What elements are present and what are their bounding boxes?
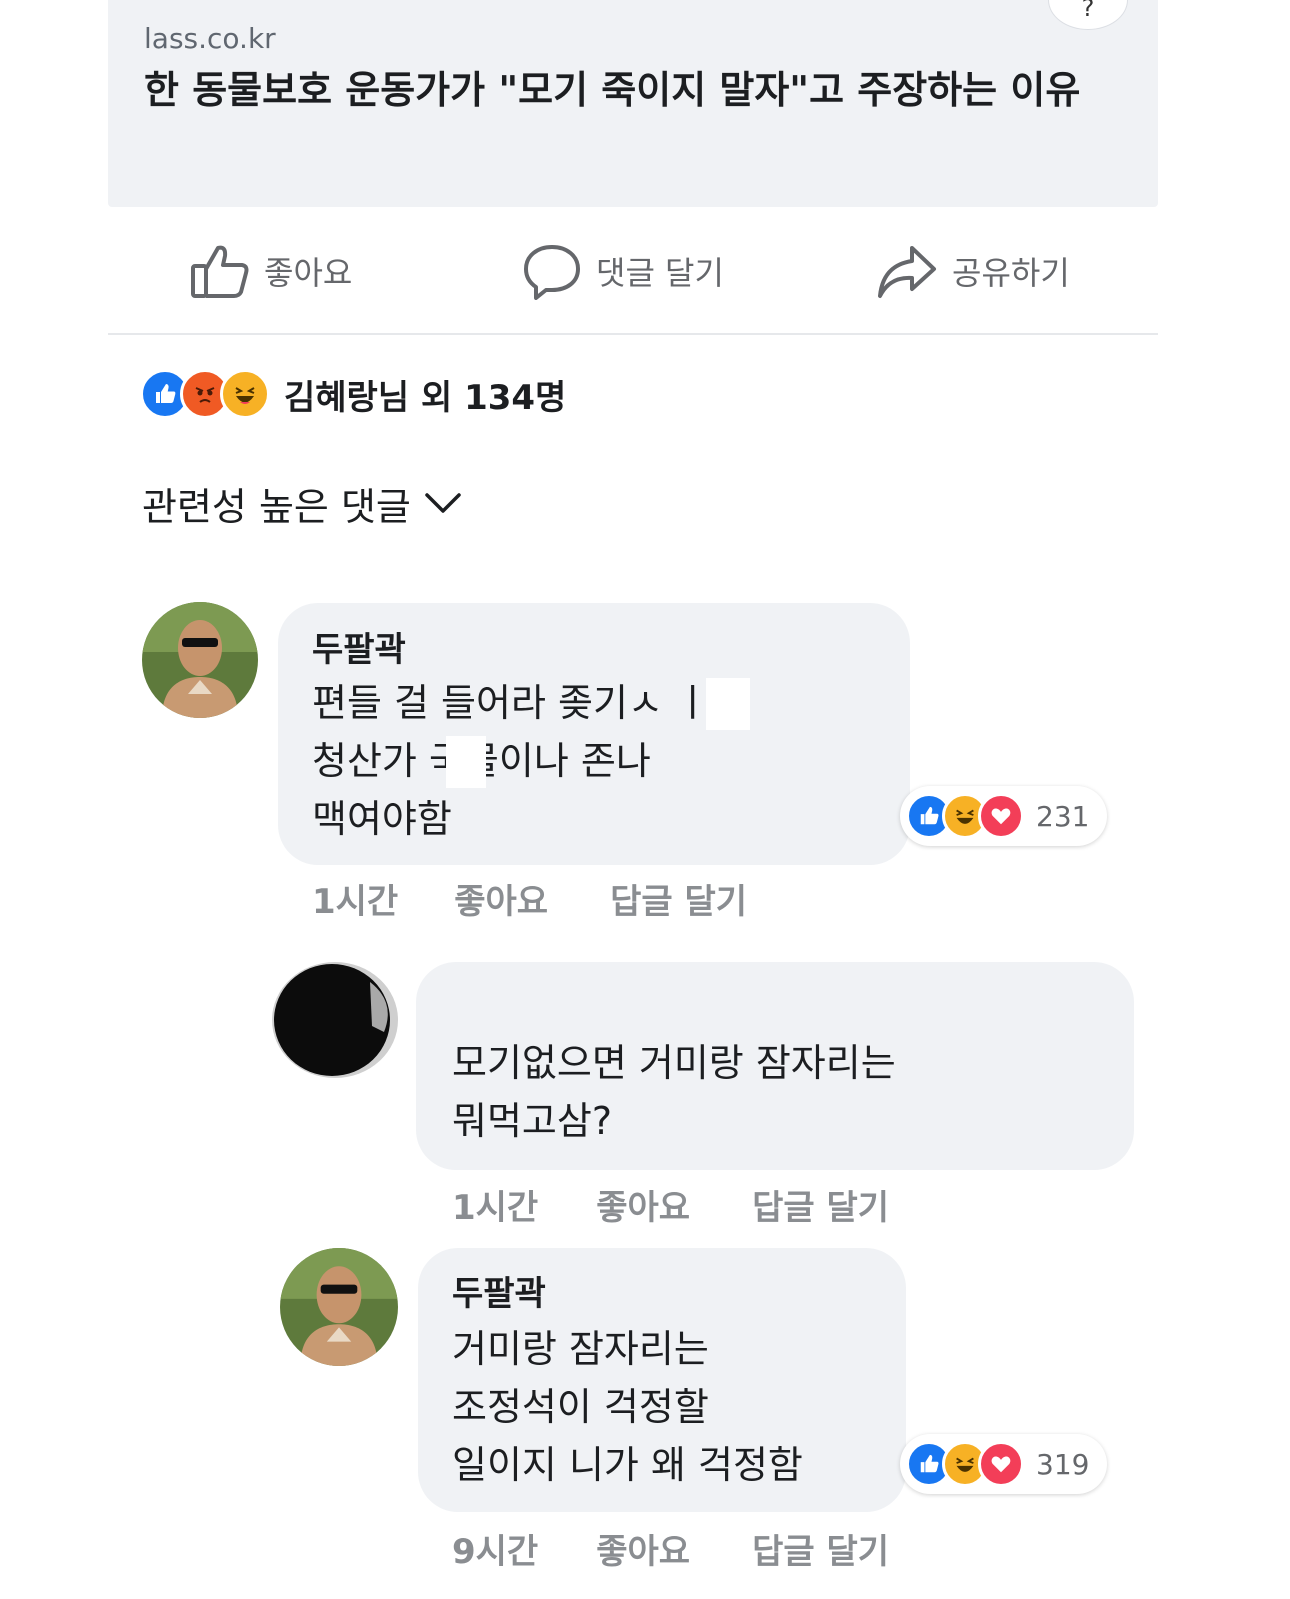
comment-line: 조정석이 걱정할 xyxy=(452,1385,709,1429)
comment-like-button[interactable]: 좋아요 xyxy=(596,1180,690,1229)
comment-time[interactable]: 9시간 xyxy=(452,1524,538,1573)
comment-line: 일이지 니가 왜 걱정함 xyxy=(452,1443,803,1487)
share-button[interactable]: 공유하기 xyxy=(876,236,1070,306)
avatar[interactable] xyxy=(142,602,258,718)
comment-reply-button[interactable]: 답글 달기 xyxy=(610,874,747,923)
comment-meta: 9시간 좋아요 답글 달기 xyxy=(452,1524,889,1573)
comment-line: 뭐먹고삼? xyxy=(452,1099,613,1143)
comment-text: 거미랑 잠자리는 조정석이 걱정할 일이지 니가 왜 걱정함 xyxy=(452,1320,803,1494)
comment-like-button[interactable]: 좋아요 xyxy=(454,874,548,923)
comment-author[interactable]: 두팔곽 xyxy=(312,622,406,671)
comment-author[interactable]: 두팔곽 xyxy=(452,1266,546,1315)
reaction-count: 231 xyxy=(1036,799,1090,833)
comment-reactions[interactable]: 319 xyxy=(900,1434,1108,1494)
love-reaction-icon xyxy=(978,1441,1024,1487)
love-reaction-icon xyxy=(978,793,1024,839)
reactions-summary[interactable]: 김혜랑님 외 134명 xyxy=(140,368,566,420)
censor-block xyxy=(706,678,750,730)
like-button[interactable]: 좋아요 xyxy=(190,236,352,306)
comment-line: 모기없으면 거미랑 잠자리는 xyxy=(452,1041,896,1085)
sort-label: 관련성 높은 댓글 xyxy=(142,485,411,529)
comment-sort-dropdown[interactable]: 관련성 높은 댓글 xyxy=(142,476,463,531)
like-label: 좋아요 xyxy=(264,254,353,292)
comment-line: 맥여야함 xyxy=(312,797,452,841)
comment-line: 청산가 국물이나 존나 xyxy=(312,739,651,783)
comment-time[interactable]: 1시간 xyxy=(452,1180,538,1229)
comment-button[interactable]: 댓글 달기 xyxy=(522,236,724,306)
chevron-down-icon xyxy=(423,482,463,526)
comment-reactions[interactable]: 231 xyxy=(900,786,1108,846)
comment-time[interactable]: 1시간 xyxy=(312,874,398,923)
reactions-summary-text: 김혜랑님 외 134명 xyxy=(284,377,567,418)
divider xyxy=(108,333,1158,335)
comment-text: 모기없으면 거미랑 잠자리는 뭐먹고삼? xyxy=(452,1034,896,1150)
link-title[interactable]: 한 동물보호 운동가가 "모기 죽이지 말자"고 주장하는 이유 xyxy=(144,62,1134,118)
comment-like-button[interactable]: 좋아요 xyxy=(596,1524,690,1573)
censor-block xyxy=(446,736,486,788)
comment-line: 거미랑 잠자리는 xyxy=(452,1327,709,1371)
haha-reaction-icon xyxy=(220,369,270,419)
speech-bubble-icon xyxy=(522,242,582,300)
comment-meta: 1시간 좋아요 답글 달기 xyxy=(312,874,747,923)
comment-label: 댓글 달기 xyxy=(596,254,724,292)
comment-line: 편들 걸 들어라 좆기ㅅ ㅣ들 xyxy=(312,681,745,725)
avatar[interactable] xyxy=(272,962,398,1078)
avatar[interactable] xyxy=(280,1248,398,1366)
reaction-count: 319 xyxy=(1036,1447,1090,1481)
comment-reply-button[interactable]: 답글 달기 xyxy=(752,1180,889,1229)
share-arrow-icon xyxy=(876,242,938,300)
comment-reply-button[interactable]: 답글 달기 xyxy=(752,1524,889,1573)
comment-text: 편들 걸 들어라 좆기ㅅ ㅣ들 청산가 국물이나 존나 맥여야함 xyxy=(312,674,745,848)
comment-meta: 1시간 좋아요 답글 달기 xyxy=(452,1180,889,1229)
share-label: 공유하기 xyxy=(952,254,1070,292)
thumbs-up-icon xyxy=(190,242,250,300)
link-domain: lass.co.kr xyxy=(144,22,276,55)
